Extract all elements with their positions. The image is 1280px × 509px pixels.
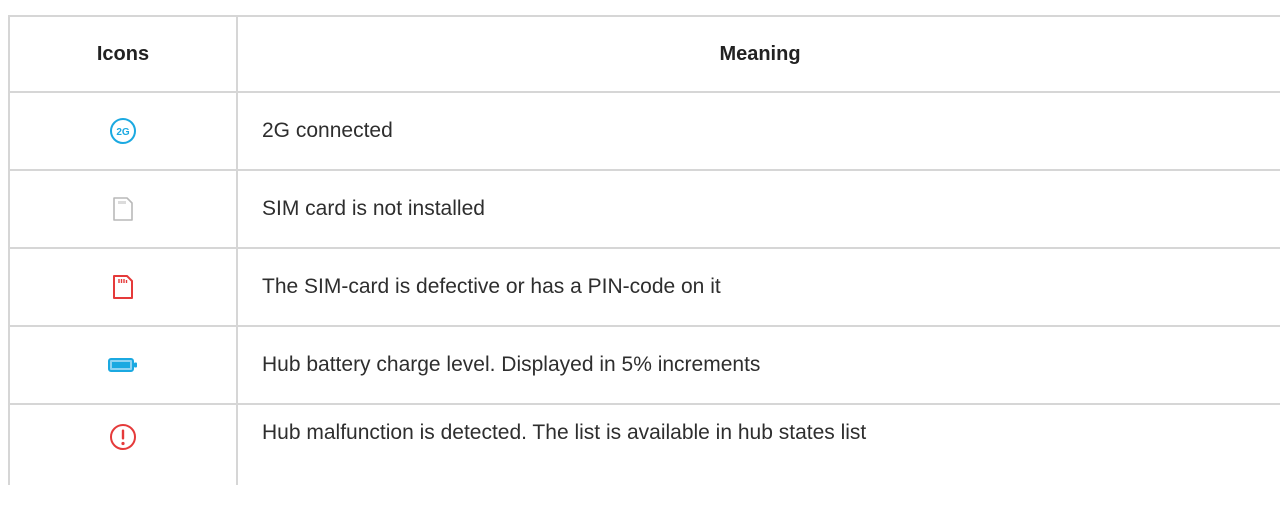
icon-cell	[10, 249, 238, 325]
icon-cell	[10, 171, 238, 247]
sim-card-error-icon	[113, 275, 133, 299]
table-header-row: Icons Meaning	[10, 17, 1280, 93]
battery-icon	[108, 358, 137, 372]
meaning-cell: The SIM-card is defective or has a PIN-c…	[262, 275, 721, 298]
header-icons: Icons	[10, 17, 238, 91]
icon-cell	[10, 327, 238, 403]
icon-cell: 2G	[10, 93, 238, 169]
meaning-cell: SIM card is not installed	[262, 197, 485, 220]
table-row: Hub malfunction is detected. The list is…	[10, 405, 1280, 485]
svg-text:2G: 2G	[116, 127, 130, 138]
table-row: The SIM-card is defective or has a PIN-c…	[10, 249, 1280, 327]
table-row: SIM card is not installed	[10, 171, 1280, 249]
icons-table: Icons Meaning 2G 2G connected SIM card i…	[8, 15, 1280, 485]
sim-card-missing-icon	[113, 197, 133, 221]
meaning-cell: Hub malfunction is detected. The list is…	[262, 421, 867, 444]
table-row: Hub battery charge level. Displayed in 5…	[10, 327, 1280, 405]
header-meaning: Meaning	[719, 42, 801, 65]
meaning-cell: Hub battery charge level. Displayed in 5…	[262, 353, 761, 376]
meaning-cell: 2G connected	[262, 119, 393, 142]
2g-connected-icon: 2G	[110, 118, 136, 144]
icon-cell	[10, 405, 238, 485]
malfunction-alert-icon	[110, 424, 136, 450]
table-row: 2G 2G connected	[10, 93, 1280, 171]
